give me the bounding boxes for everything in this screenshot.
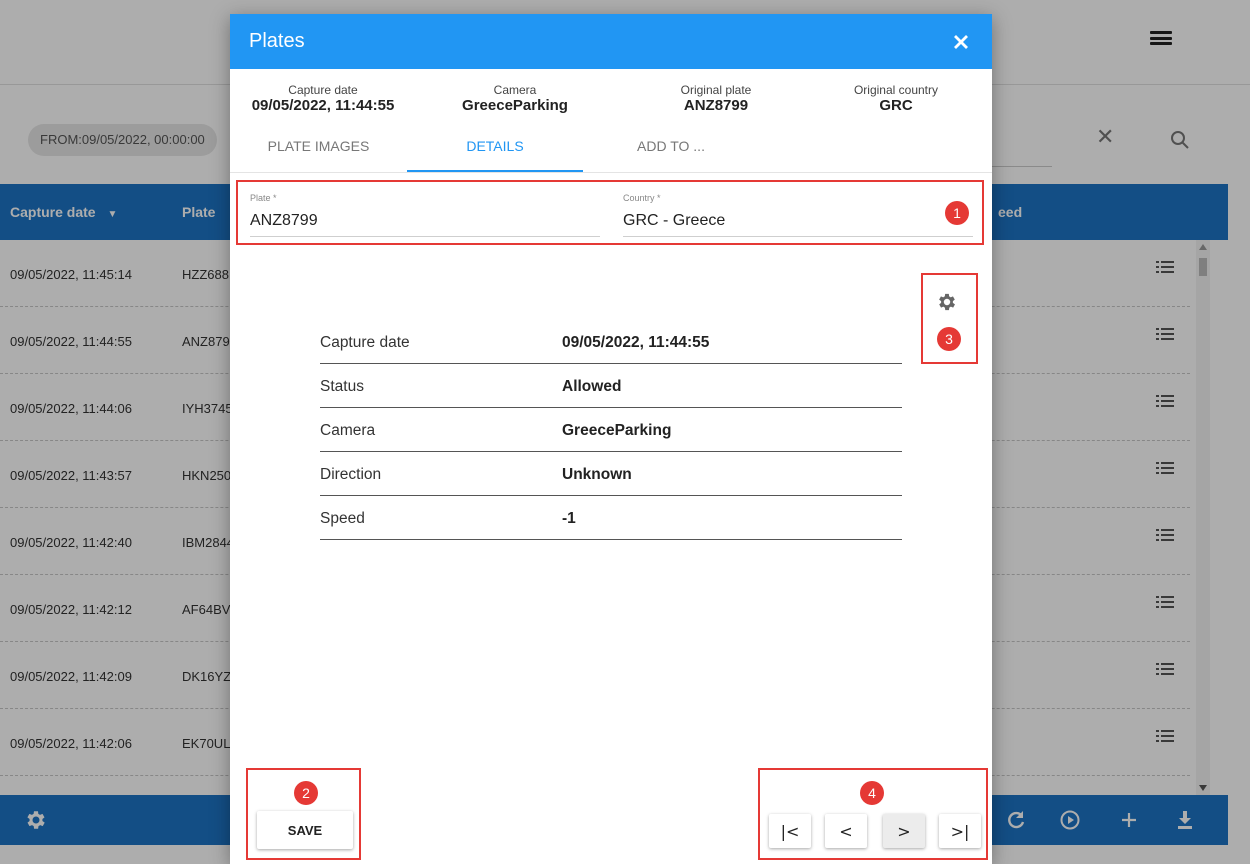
details-value: GreeceParking (562, 422, 672, 439)
details-table: Capture date 09/05/2022, 11:44:55 Status… (320, 320, 902, 540)
plates-dialog: Plates Capture date 09/05/2022, 11:44:55… (230, 14, 992, 864)
dialog-title-bar: Plates (230, 14, 992, 69)
details-key: Camera (320, 422, 376, 439)
details-key: Capture date (320, 334, 410, 351)
tab-details[interactable]: DETAILS (407, 138, 583, 174)
info-camera-label: Camera (493, 83, 537, 97)
details-value: -1 (562, 510, 576, 527)
callout-badge-3: 3 (937, 327, 961, 351)
details-row: Camera GreeceParking (320, 408, 902, 452)
info-camera-value: GreeceParking (462, 97, 568, 114)
info-capture-date: Capture date 09/05/2022, 11:44:55 (233, 83, 413, 115)
tab-plate-images[interactable]: PLATE IMAGES (230, 138, 407, 174)
callout-box-1 (236, 180, 984, 245)
dialog-title: Plates (249, 30, 305, 52)
tabs-divider (230, 172, 992, 173)
tab-add-to[interactable]: ADD TO ... (583, 138, 759, 174)
details-row: Speed -1 (320, 496, 902, 540)
details-value: Unknown (562, 466, 632, 483)
info-camera: Camera GreeceParking (425, 83, 605, 115)
info-original-country-label: Original country (853, 83, 939, 97)
details-key: Speed (320, 510, 365, 527)
details-value: 09/05/2022, 11:44:55 (562, 334, 710, 351)
active-tab-indicator (407, 170, 583, 172)
close-icon[interactable] (948, 29, 974, 55)
callout-badge-1: 1 (945, 201, 969, 225)
info-original-plate: Original plate ANZ8799 (626, 83, 806, 115)
info-capture-date-value: 09/05/2022, 11:44:55 (251, 97, 395, 114)
details-key: Direction (320, 466, 382, 483)
info-original-plate-label: Original plate (680, 83, 752, 97)
info-capture-date-label: Capture date (288, 83, 358, 97)
info-original-country-value: GRC (879, 97, 913, 114)
details-row: Direction Unknown (320, 452, 902, 496)
details-value: Allowed (562, 378, 622, 395)
callout-badge-4: 4 (860, 781, 884, 805)
info-original-plate-value: ANZ8799 (683, 97, 749, 114)
details-key: Status (320, 378, 364, 395)
details-row: Status Allowed (320, 364, 902, 408)
details-row: Capture date 09/05/2022, 11:44:55 (320, 320, 902, 364)
info-original-country: Original country GRC (806, 83, 986, 115)
callout-badge-2: 2 (294, 781, 318, 805)
